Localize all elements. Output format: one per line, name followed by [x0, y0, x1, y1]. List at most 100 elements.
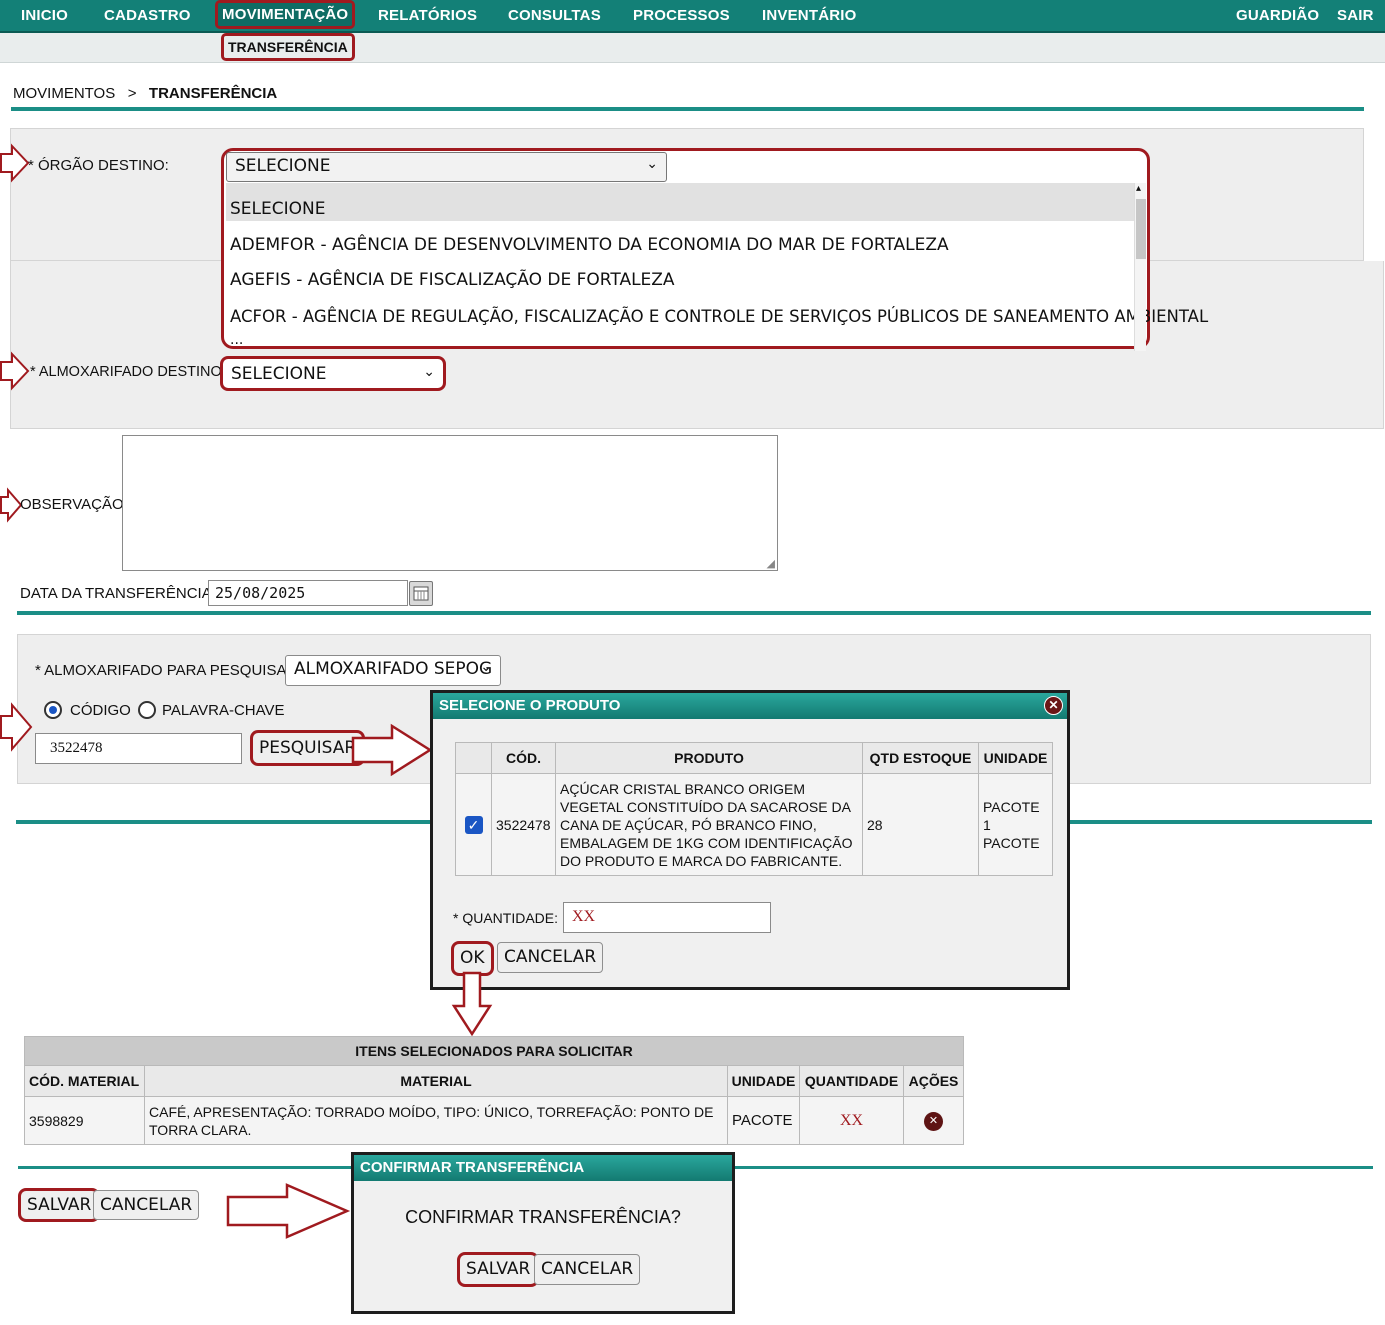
- almoxarifado-destino-value: SELECIONE: [231, 364, 327, 384]
- nav-inventario[interactable]: INVENTÁRIO: [762, 7, 857, 24]
- divider: [1070, 820, 1372, 824]
- confirm-message: CONFIRMAR TRANSFERÊNCIA?: [405, 1207, 681, 1227]
- breadcrumb: MOVIMENTOS > TRANSFERÊNCIA: [13, 85, 277, 103]
- nav-consultas[interactable]: CONSULTAS: [508, 7, 601, 24]
- dialog-title: SELECIONE O PRODUTO ✕: [433, 693, 1067, 719]
- chevron-down-icon: ⌄: [423, 364, 435, 380]
- pointer-arrow-icon: [0, 143, 30, 183]
- pointer-arrow-icon: [0, 351, 30, 391]
- col-unidade: UNIDADE: [727, 1065, 800, 1097]
- col-cod-material: CÓD. MATERIAL: [24, 1065, 145, 1097]
- radio-palavra-chave-label: PALAVRA-CHAVE: [162, 702, 285, 719]
- salvar-button[interactable]: SALVAR: [18, 1188, 101, 1222]
- nav-inicio[interactable]: INICIO: [21, 7, 68, 24]
- ok-button[interactable]: OK: [451, 941, 494, 976]
- cancelar-button[interactable]: CANCELAR: [93, 1190, 200, 1220]
- almoxarifado-pesquisa-select[interactable]: ALMOXARIFADO SEPOG ⌄: [285, 655, 501, 686]
- col-qtd: QTD ESTOQUE: [862, 742, 979, 774]
- dialog-title-text: SELECIONE O PRODUTO: [439, 697, 621, 714]
- produto-table: CÓD. PRODUTO QTD ESTOQUE UNIDADE ✓ 35224…: [455, 742, 1053, 876]
- nav-movimentacao[interactable]: MOVIMENTAÇÃO: [214, 0, 356, 29]
- confirm-salvar-button[interactable]: SALVAR: [457, 1252, 540, 1287]
- row-unidade: PACOTE: [727, 1096, 800, 1145]
- breadcrumb-current: TRANSFERÊNCIA: [148, 85, 278, 102]
- row-unidade: PACOTE 1 PACOTE: [978, 773, 1053, 876]
- row-acoes: ✕: [903, 1096, 964, 1145]
- quantidade-input[interactable]: XX: [563, 902, 771, 933]
- flow-arrow-icon: [351, 723, 433, 777]
- nav-cadastro[interactable]: CADASTRO: [104, 7, 191, 24]
- data-transferencia-input[interactable]: 25/08/2025: [208, 580, 408, 606]
- itens-selecionados-table: ITENS SELECIONADOS PARA SOLICITAR CÓD. M…: [24, 1036, 964, 1145]
- scroll-up-icon[interactable]: ▴: [1136, 183, 1141, 194]
- resize-handle-icon[interactable]: ◢: [767, 557, 775, 570]
- remove-icon[interactable]: ✕: [924, 1111, 943, 1131]
- itens-title: ITENS SELECIONADOS PARA SOLICITAR: [24, 1036, 964, 1066]
- divider: [18, 1166, 353, 1169]
- flow-arrow-icon: [226, 1183, 351, 1239]
- row-produto: AÇÚCAR CRISTAL BRANCO ORIGEM VEGETAL CON…: [555, 773, 863, 876]
- nav-sair[interactable]: SAIR: [1337, 7, 1374, 24]
- divider: [17, 611, 1371, 615]
- almoxarifado-destino-select[interactable]: SELECIONE ⌄: [220, 356, 446, 391]
- col-material: MATERIAL: [144, 1065, 728, 1097]
- observacao-label: OBSERVAÇÃO:: [20, 496, 128, 513]
- quantidade-label: * QUANTIDADE:: [453, 910, 559, 926]
- orgao-options-list: SELECIONE ADEMFOR - AGÊNCIA DE DESENVOLV…: [230, 192, 1208, 348]
- breadcrumb-parent[interactable]: MOVIMENTOS: [13, 85, 115, 102]
- pesquisar-button[interactable]: PESQUISAR: [250, 730, 366, 766]
- row-cod: 3522478: [491, 773, 556, 876]
- dialog-title: CONFIRMAR TRANSFERÊNCIA: [354, 1155, 732, 1181]
- subnav-transferencia[interactable]: TRANSFERÊNCIA: [221, 33, 355, 61]
- data-transferencia-label: DATA DA TRANSFERÊNCIA:: [20, 585, 216, 602]
- radio-selected-dot-icon: [49, 706, 57, 714]
- radio-codigo[interactable]: [44, 701, 62, 719]
- selecione-produto-dialog: SELECIONE O PRODUTO ✕ CÓD. PRODUTO QTD E…: [430, 690, 1070, 990]
- dropdown-scrollbar[interactable]: ▴: [1134, 183, 1146, 351]
- checkbox-checked-icon[interactable]: ✓: [464, 815, 483, 834]
- nav-processos[interactable]: PROCESSOS: [633, 7, 730, 24]
- orgao-destino-dropdown[interactable]: SELECIONE ⌄ SELECIONE ADEMFOR - AGÊNCIA …: [221, 148, 1208, 351]
- divider: [16, 820, 432, 824]
- confirmar-transferencia-dialog: CONFIRMAR TRANSFERÊNCIA CONFIRMAR TRANSF…: [351, 1152, 735, 1314]
- orgao-option[interactable]: SELECIONE: [230, 192, 1208, 228]
- orgao-destino-label: * ÓRGÃO DESTINO:: [28, 157, 169, 174]
- flow-arrow-icon: [451, 971, 493, 1037]
- col-unidade: UNIDADE: [978, 742, 1053, 774]
- orgao-option[interactable]: AGEFIS - AGÊNCIA DE FISCALIZAÇÃO DE FORT…: [230, 263, 1208, 299]
- top-nav: INICIO CADASTRO MOVIMENTAÇÃO RELATÓRIOS …: [0, 0, 1385, 33]
- table-row[interactable]: ✓ 3522478 AÇÚCAR CRISTAL BRANCO ORIGEM V…: [455, 773, 1053, 876]
- table-row[interactable]: 3598829 CAFÉ, APRESENTAÇÃO: TORRADO MOÍD…: [24, 1096, 964, 1145]
- row-material: CAFÉ, APRESENTAÇÃO: TORRADO MOÍDO, TIPO:…: [144, 1096, 728, 1145]
- confirm-cancelar-button[interactable]: CANCELAR: [534, 1254, 641, 1285]
- codigo-input[interactable]: 3522478: [35, 733, 242, 764]
- divider: [733, 1166, 1373, 1169]
- sub-nav: TRANSFERÊNCIA: [0, 33, 1385, 63]
- orgao-destino-select[interactable]: SELECIONE ⌄: [226, 152, 667, 182]
- scrollbar-thumb[interactable]: [1136, 199, 1146, 259]
- breadcrumb-separator: >: [127, 85, 137, 102]
- row-qtd: 28: [862, 773, 979, 876]
- row-cod-material: 3598829: [24, 1096, 145, 1145]
- nav-guardiao[interactable]: GUARDIÃO: [1236, 7, 1319, 24]
- col-acoes: AÇÕES: [903, 1065, 964, 1097]
- col-produto: PRODUTO: [555, 742, 863, 774]
- pointer-arrow-icon: [0, 487, 23, 523]
- observacao-textarea[interactable]: ◢: [122, 435, 778, 571]
- cancelar-produto-button[interactable]: CANCELAR: [497, 942, 604, 973]
- orgao-option[interactable]: ACFOR - AGÊNCIA DE REGULAÇÃO, FISCALIZAÇ…: [230, 299, 1208, 335]
- calendar-icon[interactable]: [409, 581, 433, 606]
- divider: [11, 107, 1364, 111]
- radio-palavra-chave[interactable]: [138, 701, 156, 719]
- col-check: [455, 742, 492, 774]
- almoxarifado-destino-label: * ALMOXARIFADO DESTINO:: [30, 364, 226, 380]
- orgao-option-more: ...: [230, 332, 244, 348]
- almoxarifado-pesquisa-value: ALMOXARIFADO SEPOG: [294, 659, 493, 679]
- radio-codigo-label: CÓDIGO: [70, 702, 131, 719]
- nav-relatorios[interactable]: RELATÓRIOS: [378, 7, 477, 24]
- orgao-option[interactable]: ADEMFOR - AGÊNCIA DE DESENVOLVIMENTO DA …: [230, 228, 1208, 264]
- close-icon[interactable]: ✕: [1044, 696, 1063, 715]
- orgao-destino-value: SELECIONE: [235, 156, 331, 176]
- col-quantidade: QUANTIDADE: [799, 1065, 904, 1097]
- pointer-arrow-icon: [0, 702, 33, 752]
